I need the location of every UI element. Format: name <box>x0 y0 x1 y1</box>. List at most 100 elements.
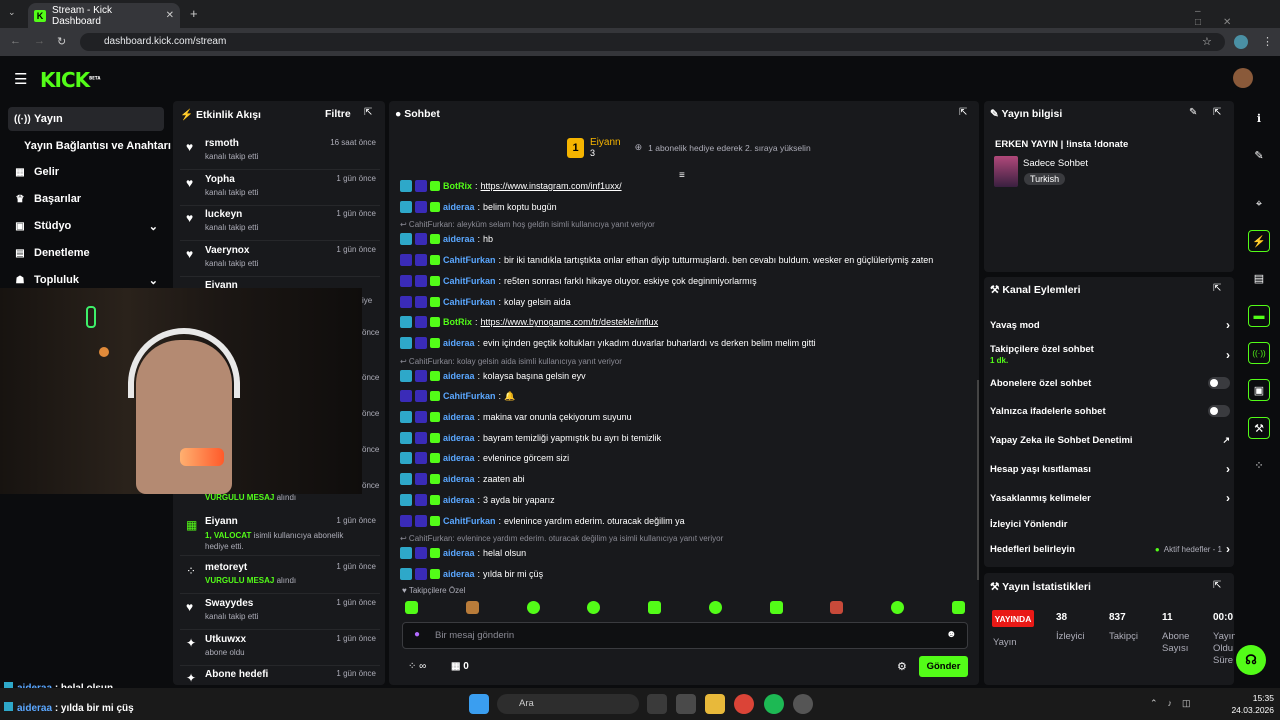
emote-icon[interactable] <box>830 601 844 614</box>
chat-username[interactable]: aideraa <box>443 495 475 505</box>
action-slow-mode[interactable]: Yavaş mod › <box>990 315 1230 335</box>
chat-message[interactable]: BotRix: https://www.bynogame.com/tr/deste… <box>400 315 975 329</box>
clock[interactable]: 15:35 24.03.2026 <box>1224 692 1274 716</box>
chat-username[interactable]: aideraa <box>443 474 475 484</box>
browser-menu-icon[interactable]: ⋮ <box>1262 35 1273 48</box>
popout-icon[interactable]: ⇱ <box>959 107 967 118</box>
sidebar-item-basarilar[interactable]: ♛ Başarılar <box>8 187 164 211</box>
emote-icon[interactable] <box>769 601 783 614</box>
system-tray[interactable]: ⌃♪◫ <box>1150 698 1201 709</box>
app-icon[interactable] <box>793 694 813 714</box>
chat-message[interactable]: CahitFurkan: re5ten sonrası farklı hikaye… <box>400 274 975 288</box>
chat-message[interactable]: CahitFurkan: kolay gelsin aida <box>400 295 975 309</box>
edit-icon[interactable]: ✎ <box>1248 144 1270 166</box>
tools-icon[interactable]: ⚒ <box>1248 417 1270 439</box>
action-raid[interactable]: İzleyici Yönlendir <box>990 514 1230 534</box>
toggle-switch[interactable] <box>1208 405 1230 417</box>
chat-message[interactable]: CahitFurkan: 🔔 <box>400 389 975 403</box>
community-icon[interactable]: ⁘ <box>1248 454 1270 476</box>
bolt-icon[interactable]: ⚡ <box>1248 230 1270 252</box>
send-button[interactable]: Gönder <box>919 656 968 677</box>
profile-avatar-icon[interactable] <box>1234 35 1248 49</box>
channel-points[interactable]: ⁘ ∞ <box>408 661 426 672</box>
focus-icon[interactable]: ⌖ <box>1248 193 1270 215</box>
emote-icon[interactable] <box>951 601 965 614</box>
tab-list-icon[interactable]: ⌄ <box>8 7 16 18</box>
chat-username[interactable]: BotRix <box>443 317 472 327</box>
chat-text[interactable]: https://www.instagram.com/inf1uxx/ <box>481 181 622 191</box>
chat-message[interactable]: BotRix: https://www.instagram.com/inf1uxx… <box>400 179 975 193</box>
hamburger-menu-icon[interactable]: ☰ <box>14 70 27 88</box>
sidebar-item-gelir[interactable]: ▦ Gelir <box>8 160 164 184</box>
browser-tab[interactable]: K Stream - Kick Dashboard ✕ <box>28 3 180 28</box>
broadcast-icon[interactable]: ((·)) <box>1248 342 1270 364</box>
forward-icon[interactable]: → <box>34 35 45 47</box>
stats-icon[interactable]: ▣ <box>1248 379 1270 401</box>
bits-counter[interactable]: ▦ 0 <box>451 661 469 672</box>
toggle-switch[interactable] <box>1208 377 1230 389</box>
emote-icon[interactable] <box>708 601 722 614</box>
chat-message[interactable]: aideraa: evlenince görcem sizi <box>400 451 975 465</box>
explorer-icon[interactable] <box>705 694 725 714</box>
emote-icon[interactable] <box>465 601 479 614</box>
back-icon[interactable]: ← <box>10 35 21 47</box>
emote-icon[interactable] <box>405 601 418 614</box>
chat-username[interactable]: aideraa <box>443 433 475 443</box>
taskbar-search[interactable]: Ara <box>497 694 639 714</box>
emoji-icon[interactable]: ☻ <box>946 629 957 640</box>
chat-username[interactable]: aideraa <box>443 338 475 348</box>
kick-logo[interactable]: KICKBETA <box>40 68 100 92</box>
action-followers-only[interactable]: Takipçilere özel sohbet 1 dk. › <box>990 343 1230 367</box>
chat-message[interactable]: aideraa: evin içinden geçtik koltukları y… <box>400 336 975 350</box>
chat-username[interactable]: CahitFurkan <box>443 391 496 401</box>
action-emote-only[interactable]: Yalnızca ifadelerle sohbet <box>990 401 1230 421</box>
sidebar-item-yayin[interactable]: ((·)) Yayın <box>8 107 164 131</box>
support-button[interactable]: ☊ <box>1236 645 1266 675</box>
chat-message[interactable]: aideraa: hb <box>400 232 975 246</box>
edit-icon[interactable]: ✎ <box>1189 107 1197 118</box>
windows-start-icon[interactable] <box>469 694 489 714</box>
chat-message[interactable]: aideraa: belim koptu bugün <box>400 200 975 214</box>
popout-icon[interactable]: ⇱ <box>1213 580 1221 591</box>
popout-icon[interactable]: ⇱ <box>364 107 372 118</box>
chat-username[interactable]: CahitFurkan <box>443 276 496 286</box>
chat-username[interactable]: aideraa <box>443 202 475 212</box>
window-controls[interactable]: –□✕ <box>1195 6 1280 28</box>
bookmark-star-icon[interactable]: ☆ <box>1202 35 1212 48</box>
new-tab-icon[interactable]: + <box>190 6 198 21</box>
chat-username[interactable]: aideraa <box>443 548 475 558</box>
chat-username[interactable]: BotRix <box>443 181 472 191</box>
sidebar-item-denetleme[interactable]: ▤ Denetleme <box>8 241 164 265</box>
sidebar-item-studyo[interactable]: ▣ Stüdyo ⌄ <box>8 214 164 238</box>
action-ai-moderation[interactable]: Yapay Zeka ile Sohbet Denetimi ↗ <box>990 430 1230 450</box>
chat-username[interactable]: CahitFurkan <box>443 255 496 265</box>
chat-icon[interactable]: ▬ <box>1248 305 1270 327</box>
popout-icon[interactable]: ⇱ <box>1213 283 1221 294</box>
emote-icon[interactable] <box>891 601 905 614</box>
mic-icon[interactable]: ● <box>414 629 420 640</box>
chat-message[interactable]: aideraa: helal olsun <box>400 546 975 560</box>
user-avatar[interactable] <box>1233 68 1253 88</box>
close-tab-icon[interactable]: ✕ <box>166 10 174 21</box>
chat-username[interactable]: aideraa <box>443 371 475 381</box>
chat-message[interactable]: aideraa: zaaten abi <box>400 472 975 486</box>
chat-username[interactable]: aideraa <box>443 453 475 463</box>
chat-message[interactable]: CahitFurkan: evlenince yardım ederim. otu… <box>400 514 975 528</box>
action-account-age[interactable]: Hesap yaşı kısıtlaması › <box>990 459 1230 479</box>
chat-scrollbar[interactable] <box>977 380 979 580</box>
chat-settings-icon[interactable]: ⚙ <box>897 660 907 673</box>
chat-username[interactable]: CahitFurkan <box>443 516 496 526</box>
store-icon[interactable] <box>676 694 696 714</box>
popout-icon[interactable]: ⇱ <box>1213 107 1221 118</box>
action-goals[interactable]: Hedefleri belirleyin ● Aktif hedefler - 1 › <box>990 539 1230 559</box>
spotify-icon[interactable] <box>764 694 784 714</box>
emote-icon[interactable] <box>526 601 540 614</box>
chat-username[interactable]: aideraa <box>443 412 475 422</box>
emote-icon[interactable] <box>587 601 601 614</box>
reload-icon[interactable]: ↻ <box>57 35 66 48</box>
chat-username[interactable]: aideraa <box>443 234 475 244</box>
action-subscribers-only[interactable]: Abonelere özel sohbet <box>990 373 1230 393</box>
chat-message[interactable]: aideraa: kolaysa başına gelsin eyv <box>400 369 975 383</box>
chat-text[interactable]: https://www.bynogame.com/tr/destekle/inf… <box>481 317 659 327</box>
emote-icon[interactable] <box>648 601 662 614</box>
